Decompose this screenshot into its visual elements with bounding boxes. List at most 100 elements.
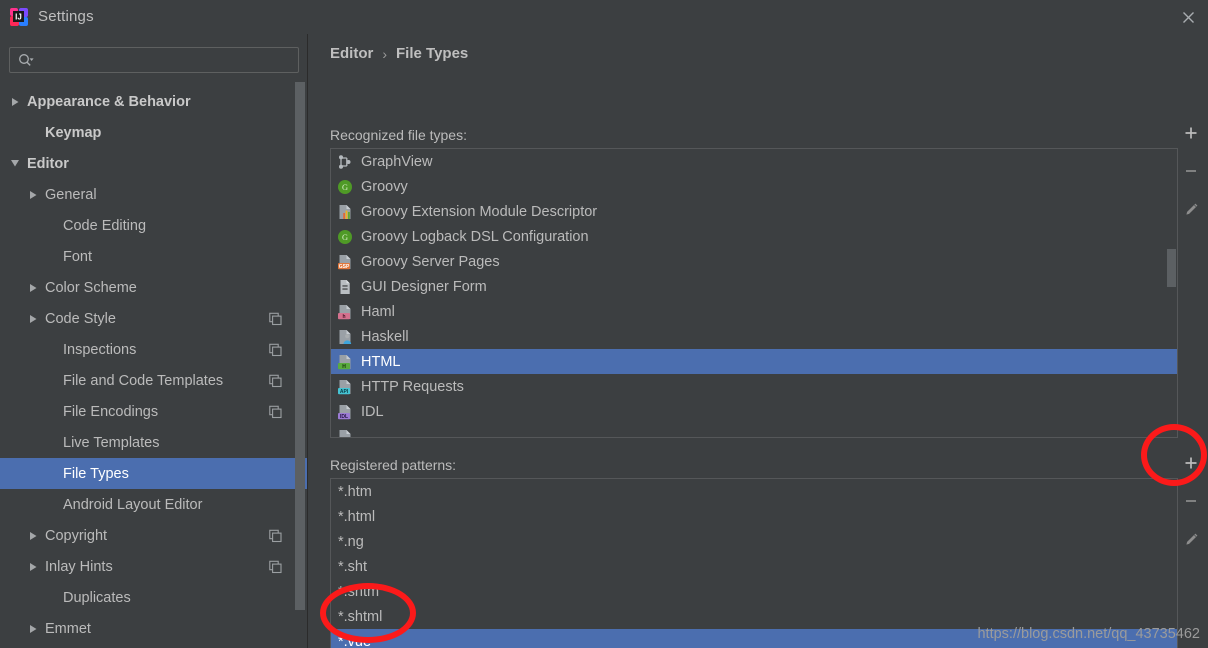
settings-tree: Appearance & Behavior Keymap Editor General… bbox=[0, 86, 307, 644]
pencil-icon bbox=[1183, 201, 1200, 218]
sidebar-item-live-templates[interactable]: Live Templates bbox=[0, 427, 307, 458]
chevron-right-icon[interactable] bbox=[26, 529, 40, 543]
patterns-edit-button[interactable] bbox=[1175, 520, 1207, 558]
copy-settings-icon[interactable] bbox=[269, 405, 282, 418]
pattern-row[interactable]: *.ng bbox=[331, 529, 1177, 554]
recognized-file-types-label: Recognized file types: bbox=[330, 127, 467, 143]
pattern-row[interactable]: *.shtm bbox=[331, 579, 1177, 604]
gsp-icon: GSP bbox=[337, 254, 353, 270]
chevron-right-icon[interactable] bbox=[8, 95, 22, 109]
pattern-row-selected[interactable]: *.vue bbox=[331, 629, 1177, 648]
sidebar-item-label: Color Scheme bbox=[45, 279, 137, 296]
recognized-file-types-list[interactable]: GraphView G Groovy Groovy Extension Module … bbox=[330, 148, 1178, 438]
sidebar-item-keymap[interactable]: Keymap bbox=[0, 117, 307, 148]
file-type-row[interactable]: GraphView bbox=[331, 149, 1177, 174]
title-bar: IJ Settings bbox=[0, 0, 1208, 34]
sidebar-item-label: Appearance & Behavior bbox=[27, 93, 191, 110]
plus-icon bbox=[1183, 455, 1199, 471]
file-type-row[interactable]: IDL IDL bbox=[331, 399, 1177, 424]
patterns-add-button[interactable] bbox=[1175, 444, 1207, 482]
sidebar-item-general[interactable]: General bbox=[0, 179, 307, 210]
search-input[interactable] bbox=[39, 52, 284, 68]
chevron-right-icon[interactable] bbox=[26, 622, 40, 636]
pattern-text: *.shtm bbox=[338, 583, 380, 600]
file-types-remove-button[interactable] bbox=[1175, 152, 1207, 190]
file-type-name: Haml bbox=[361, 303, 395, 320]
minus-icon bbox=[1183, 493, 1199, 509]
svg-text:IJ: IJ bbox=[15, 13, 22, 22]
sidebar-item-label: General bbox=[45, 186, 97, 203]
minus-icon bbox=[1183, 163, 1199, 179]
file-type-row[interactable]: GSP Groovy Server Pages bbox=[331, 249, 1177, 274]
svg-text:G: G bbox=[342, 233, 348, 242]
groovy-icon: G bbox=[337, 229, 353, 245]
file-type-name: GraphView bbox=[361, 153, 433, 170]
pattern-row[interactable]: *.htm bbox=[331, 479, 1177, 504]
haskell-icon bbox=[337, 329, 353, 345]
file-type-row[interactable]: H HTML bbox=[331, 349, 1177, 374]
file-type-row[interactable]: Haskell bbox=[331, 324, 1177, 349]
search-box[interactable] bbox=[9, 47, 299, 73]
file-type-row[interactable]: GUI Designer Form bbox=[331, 274, 1177, 299]
close-button[interactable] bbox=[1174, 4, 1202, 30]
sidebar-item-file-and-code-templates[interactable]: File and Code Templates bbox=[0, 365, 307, 396]
file-types-edit-button[interactable] bbox=[1175, 190, 1207, 228]
chevron-right-icon[interactable] bbox=[26, 188, 40, 202]
copy-settings-icon[interactable] bbox=[269, 312, 282, 325]
patterns-remove-button[interactable] bbox=[1175, 482, 1207, 520]
breadcrumb-root[interactable]: Editor bbox=[330, 45, 373, 62]
pattern-row[interactable]: *.html bbox=[331, 504, 1177, 529]
api-icon: API bbox=[337, 379, 353, 395]
file-type-row-partial[interactable] bbox=[331, 424, 1177, 437]
chevron-right-icon[interactable] bbox=[26, 312, 40, 326]
svg-text:G: G bbox=[342, 183, 348, 192]
registered-patterns-list[interactable]: *.htm *.html *.ng *.sht *.shtm *.shtml *.vue bbox=[330, 478, 1178, 648]
sidebar-item-label: File Encodings bbox=[63, 403, 159, 420]
sidebar-item-label: Inlay Hints bbox=[45, 558, 113, 575]
sidebar-item-inspections[interactable]: Inspections bbox=[0, 334, 307, 365]
sidebar-item-emmet[interactable]: Emmet bbox=[0, 613, 307, 644]
file-type-row[interactable]: h Haml bbox=[331, 299, 1177, 324]
svg-text:GSP: GSP bbox=[339, 264, 350, 270]
file-type-row[interactable]: G Groovy bbox=[331, 174, 1177, 199]
sidebar-item-file-types[interactable]: File Types bbox=[0, 458, 307, 489]
copy-settings-icon[interactable] bbox=[269, 529, 282, 542]
file-type-row[interactable]: G Groovy Logback DSL Configuration bbox=[331, 224, 1177, 249]
chevron-right-icon[interactable] bbox=[26, 281, 40, 295]
sidebar-item-label: Keymap bbox=[45, 124, 102, 141]
svg-text:h: h bbox=[342, 314, 345, 320]
sidebar-item-code-style[interactable]: Code Style bbox=[0, 303, 307, 334]
sidebar-item-file-encodings[interactable]: File Encodings bbox=[0, 396, 307, 427]
file-type-row[interactable]: Groovy Extension Module Descriptor bbox=[331, 199, 1177, 224]
sidebar-item-color-scheme[interactable]: Color Scheme bbox=[0, 272, 307, 303]
haml-icon: h bbox=[337, 304, 353, 320]
file-types-scrollbar-thumb[interactable] bbox=[1167, 249, 1176, 287]
copy-settings-icon[interactable] bbox=[269, 560, 282, 573]
sidebar-item-copyright[interactable]: Copyright bbox=[0, 520, 307, 551]
sidebar-item-font[interactable]: Font bbox=[0, 241, 307, 272]
sidebar-item-editor[interactable]: Editor bbox=[0, 148, 307, 179]
pattern-row[interactable]: *.sht bbox=[331, 554, 1177, 579]
file-icon bbox=[337, 429, 353, 437]
settings-sidebar: Appearance & Behavior Keymap Editor General… bbox=[0, 34, 308, 648]
file-type-name: Groovy Logback DSL Configuration bbox=[361, 228, 589, 245]
sidebar-item-inlay-hints[interactable]: Inlay Hints bbox=[0, 551, 307, 582]
chevron-right-icon[interactable] bbox=[26, 560, 40, 574]
copy-settings-icon[interactable] bbox=[269, 343, 282, 356]
sidebar-item-duplicates[interactable]: Duplicates bbox=[0, 582, 307, 613]
sidebar-scrollbar-thumb[interactable] bbox=[295, 82, 305, 610]
file-type-row[interactable]: API HTTP Requests bbox=[331, 374, 1177, 399]
sidebar-item-label: File and Code Templates bbox=[63, 372, 224, 389]
sidebar-item-android-layout-editor[interactable]: Android Layout Editor bbox=[0, 489, 307, 520]
chevron-down-icon[interactable] bbox=[8, 157, 22, 171]
plus-icon bbox=[1183, 125, 1199, 141]
copy-settings-icon[interactable] bbox=[269, 374, 282, 387]
svg-text:API: API bbox=[340, 389, 349, 395]
sidebar-item-code-editing[interactable]: Code Editing bbox=[0, 210, 307, 241]
sidebar-item-appearance-behavior[interactable]: Appearance & Behavior bbox=[0, 86, 307, 117]
sidebar-item-label: Live Templates bbox=[63, 434, 160, 451]
svg-text:IDL: IDL bbox=[340, 414, 348, 420]
pattern-row[interactable]: *.shtml bbox=[331, 604, 1177, 629]
pattern-text: *.vue bbox=[338, 633, 372, 648]
file-types-add-button[interactable] bbox=[1175, 114, 1207, 152]
